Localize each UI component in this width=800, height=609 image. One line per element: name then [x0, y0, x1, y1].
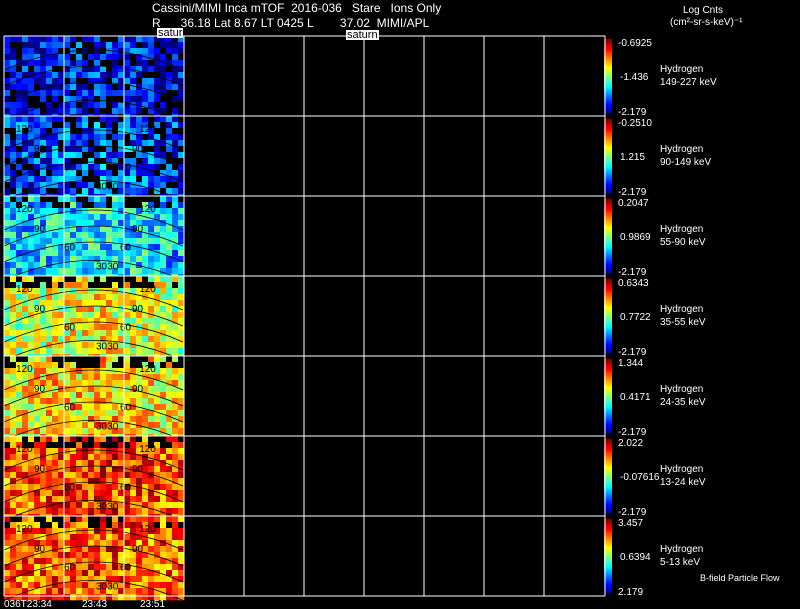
colorbar-min: -2.179 [618, 427, 647, 438]
species-label: Hydrogen [660, 304, 703, 315]
angle-label: 30 [107, 262, 119, 273]
angle-label: 120 [16, 524, 33, 535]
angle-label: 30 [107, 582, 119, 593]
panel-6: 120 12090 9060 6030 302.022-0.07616-2.179Hyd… [3, 436, 706, 521]
angle-label: 60 [64, 482, 76, 493]
angle-label: 60 [64, 402, 76, 413]
angle-label: 30 [96, 182, 108, 193]
species-label: Hydrogen [660, 144, 703, 155]
colorbar-min: -2.179 [618, 507, 647, 518]
angle-label: 60 [120, 242, 132, 253]
colorbar-max: 0.2047 [618, 198, 649, 209]
panel-4: 120 12090 9060 6030 300.63430.7722-2.179Hydr… [3, 276, 706, 361]
time-tick-label: 23:43 [82, 599, 107, 609]
angle-label: 90 [34, 384, 46, 395]
angle-label: 60 [64, 562, 76, 573]
angle-label: 90 [132, 224, 144, 235]
colorbar-mid: 1.215 [620, 152, 645, 163]
panel-3: 120 12090 9060 6030 300.20470.9869-2.179Hydr… [3, 196, 706, 281]
angle-label: 30 [107, 422, 119, 433]
colorbar-mid: -0.07616 [620, 472, 660, 483]
angle-label: 90 [132, 464, 144, 475]
angle-label: 120 [16, 284, 33, 295]
time-tick-label: 036T23:34 [4, 599, 52, 609]
energy-label: 13-24 keV [660, 477, 706, 488]
angle-label: 120 [139, 284, 156, 295]
angle-label: 90 [34, 224, 46, 235]
angle-label: 30 [96, 582, 108, 593]
energy-label: 5-13 keV [660, 557, 700, 568]
angle-label: 30 [107, 502, 119, 513]
angle-label: 120 [16, 204, 33, 215]
colorbar-min: 2.179 [618, 587, 643, 598]
colorbar-mid: -1.436 [620, 72, 649, 83]
angle-label: 90 [132, 544, 144, 555]
colorbar-max: -0.6925 [618, 38, 652, 49]
species-label: Hydrogen [660, 464, 703, 475]
angle-label: 60 [120, 482, 132, 493]
angle-label: 30 [96, 342, 108, 353]
angle-label: 90 [132, 144, 144, 155]
angle-label: 90 [132, 304, 144, 315]
angle-label: 90 [34, 544, 46, 555]
angle-label: 90 [34, 464, 46, 475]
angle-label: 60 [64, 162, 76, 173]
angle-label: 90 [132, 384, 144, 395]
colorbar-mid: 0.4171 [620, 392, 651, 403]
angle-label: 120 [139, 124, 156, 135]
angle-label: 60 [64, 242, 76, 253]
angle-label: 60 [120, 322, 132, 333]
time-tick-label: 23:51 [140, 599, 165, 609]
colorbar-min: -2.179 [618, 187, 647, 198]
panel-1: -0.6925 -1.436 -2.179 Hydrogen 149-227 keV [3, 36, 717, 121]
colorbar-min: -2.179 [618, 107, 647, 118]
angle-label: 60 [120, 162, 132, 173]
angle-label: 120 [16, 124, 33, 135]
angle-label: 120 [139, 204, 156, 215]
colorbar-max: 2.022 [618, 438, 643, 449]
angle-label: 120 [16, 364, 33, 375]
colorbar-min: -2.179 [618, 347, 647, 358]
colorbar-max: 1.344 [618, 358, 643, 369]
angle-label: 120 [16, 444, 33, 455]
colorbar-mid: 0.7722 [620, 312, 651, 323]
angle-label: 30 [96, 262, 108, 273]
heatmap-cells [4, 36, 185, 121]
angle-label: 60 [120, 562, 132, 573]
colorbar-max: 3.457 [618, 518, 643, 529]
angle-label: 30 [96, 502, 108, 513]
position-label-2: saturn [346, 29, 379, 41]
species-label: Hydrogen [660, 224, 703, 235]
angle-label: 30 [96, 422, 108, 433]
colorbar-min: -2.179 [618, 267, 647, 278]
angle-label: 90 [34, 144, 46, 155]
angle-label: 90 [34, 304, 46, 315]
energy-label: 35-55 keV [660, 317, 706, 328]
angle-label: 30 [107, 182, 119, 193]
colorbar-mid: 0.9869 [620, 232, 651, 243]
angle-label: 120 [139, 524, 156, 535]
angle-label: 120 [139, 364, 156, 375]
species-label: Hydrogen [660, 64, 703, 75]
panel-7: 120 12090 9060 6030 303.4570.63942.179Hydrog… [3, 516, 703, 601]
species-label: Hydrogen [660, 544, 703, 555]
angle-label: 30 [107, 342, 119, 353]
colorbar-max: 0.6343 [618, 278, 649, 289]
spectrogram-plot: -0.6925 -1.436 -2.179 Hydrogen 149-227 keV 12… [3, 35, 780, 609]
energy-label: 149-227 keV [660, 77, 717, 88]
position-label-1: satur [157, 27, 184, 39]
energy-label: 55-90 keV [660, 237, 706, 248]
energy-label: 90-149 keV [660, 157, 711, 168]
angle-label: 120 [139, 444, 156, 455]
colorbar-mid: 0.6394 [620, 552, 651, 563]
colorbar-max: -0.2510 [618, 118, 652, 129]
panel-5: 120 12090 9060 6030 301.3440.4171-2.179Hydro… [3, 356, 706, 441]
energy-label: 24-35 keV [660, 397, 706, 408]
species-label: Hydrogen [660, 384, 703, 395]
footer-label: B-field Particle Flow [700, 573, 780, 583]
angle-label: 60 [64, 322, 76, 333]
angle-label: 60 [120, 402, 132, 413]
